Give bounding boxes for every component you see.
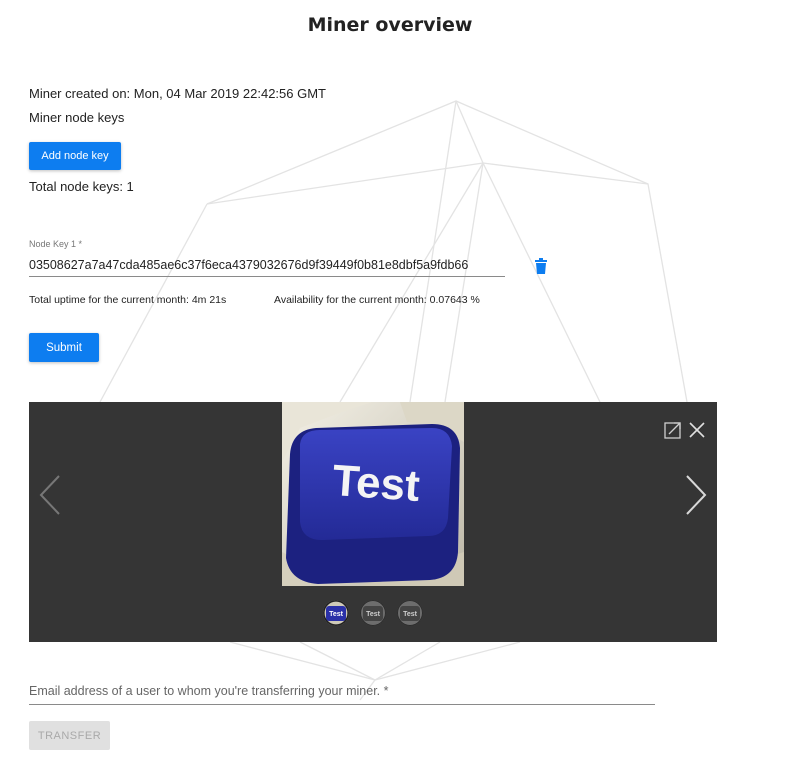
transfer-button[interactable]: TRANSFER [29,721,110,750]
chevron-right-icon[interactable] [683,474,709,516]
chevron-left-icon[interactable] [37,474,63,516]
node-key-1-label: Node Key 1 * [29,239,83,249]
thumbnail-text: Test [329,611,344,618]
gallery-main-image: Test [282,402,464,586]
node-key-1-input[interactable] [29,253,505,277]
gallery-thumbnail-3[interactable]: Test [397,600,423,626]
gallery-thumbnail-1[interactable]: Test [323,600,349,626]
add-node-key-button[interactable]: Add node key [29,142,121,170]
transfer-email-input[interactable] [29,678,655,705]
gallery-image-text: Test [331,456,422,511]
node-keys-heading: Miner node keys [29,110,125,125]
close-icon[interactable] [688,421,706,439]
image-gallery: Test Test Test Test [29,402,717,642]
uptime-text: Total uptime for the current month: 4m 2… [29,294,227,306]
trash-icon[interactable] [533,258,549,275]
thumbnail-text: Test [403,611,418,618]
availability-text: Availability for the current month: 0.07… [274,294,480,306]
miner-created-text: Miner created on: Mon, 04 Mar 2019 22:42… [29,86,326,101]
thumbnail-text: Test [366,611,381,618]
submit-button[interactable]: Submit [29,333,99,362]
total-node-keys-text: Total node keys: 1 [29,179,134,194]
fullscreen-icon[interactable] [664,421,682,439]
page-title: Miner overview [307,14,473,36]
gallery-thumbnail-2[interactable]: Test [360,600,386,626]
